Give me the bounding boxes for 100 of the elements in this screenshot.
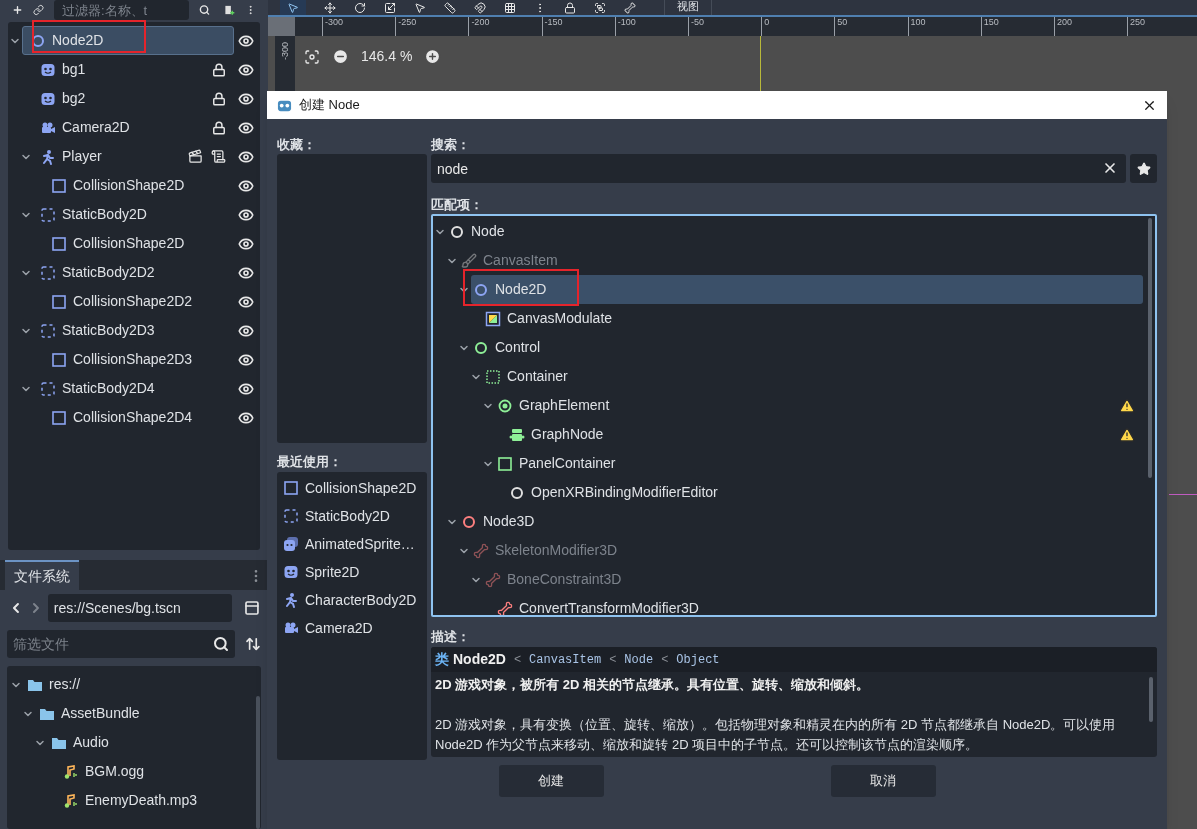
dotted-square-icon <box>485 368 501 385</box>
tree-item[interactable]: bg1 <box>33 55 234 84</box>
search-icon[interactable] <box>213 636 230 652</box>
ruler-label: -300 <box>280 42 290 60</box>
dotted-square-icon <box>40 380 56 397</box>
tree-item[interactable]: StaticBody2D2 <box>33 258 234 287</box>
lock-icon[interactable] <box>212 91 226 106</box>
node-name: PanelContainer <box>519 454 616 473</box>
clear-icon[interactable] <box>1102 160 1118 176</box>
filter-field[interactable]: 过滤器:名称、t <box>54 0 189 20</box>
node-name: StaticBody2D <box>305 506 390 526</box>
link-icon[interactable] <box>33 2 44 18</box>
tree-item[interactable]: Camera2D <box>33 113 234 142</box>
dotted-square-icon <box>40 264 56 281</box>
parent-class-link[interactable]: CanvasItem <box>529 650 602 669</box>
tree-item[interactable]: AssetBundle <box>35 699 261 728</box>
scrollbar-thumb[interactable] <box>1148 218 1152 478</box>
ring-icon <box>473 339 489 356</box>
node-name: AssetBundle <box>61 704 140 723</box>
sort-icon[interactable] <box>245 636 261 652</box>
panel-icon[interactable] <box>244 600 260 616</box>
bone-icon <box>497 600 513 615</box>
select-tool-button[interactable] <box>280 0 306 15</box>
node-name: bg1 <box>62 60 86 79</box>
dialog-title: 创建 Node <box>299 96 360 115</box>
ring-icon <box>509 484 525 501</box>
recent-item[interactable]: Camera2D <box>281 614 423 642</box>
ring-icon <box>473 281 489 298</box>
bone-icon[interactable] <box>624 1 636 14</box>
filesystem-tab[interactable]: 文件系统 <box>5 560 79 590</box>
square-outline-icon <box>51 409 67 426</box>
brush-icon <box>461 252 477 269</box>
file-filter-field[interactable]: 筛选文件 <box>7 630 236 658</box>
search-icon[interactable] <box>199 2 210 18</box>
bone-icon <box>485 571 501 588</box>
tree-item[interactable]: Node3D <box>459 507 1143 536</box>
tree-item[interactable]: StaticBody2D3 <box>33 316 234 345</box>
recent-item[interactable]: CharacterBody2D <box>281 586 423 614</box>
tree-item[interactable]: CollisionShape2D <box>44 171 234 200</box>
node-name: CollisionShape2D4 <box>73 408 193 427</box>
node-name: Node <box>471 222 505 241</box>
rotate-icon[interactable] <box>354 1 366 14</box>
recent-item[interactable]: AnimatedSprite… <box>281 530 423 558</box>
grid-icon[interactable] <box>504 1 516 14</box>
dialog-button[interactable]: 取消 <box>830 765 936 797</box>
bone-icon <box>473 542 489 559</box>
running-figure-icon <box>283 592 299 608</box>
stacked-face-icon <box>283 536 299 552</box>
lock-icon[interactable] <box>212 62 226 77</box>
inheritance-separator: < <box>513 651 522 669</box>
tree-item[interactable]: CollisionShape2D3 <box>44 345 234 374</box>
recent-item[interactable]: StaticBody2D <box>281 502 423 530</box>
script-icon[interactable] <box>211 149 226 164</box>
search-field[interactable]: node <box>431 154 1126 183</box>
tree-item[interactable]: StaticBody2D <box>33 200 234 229</box>
dialog-button[interactable]: 创建 <box>498 765 604 797</box>
node-name: CanvasItem <box>483 251 558 270</box>
lock-icon[interactable] <box>564 1 576 14</box>
node-name: Container <box>507 367 568 386</box>
clapperboard-icon[interactable] <box>188 149 203 164</box>
move-icon[interactable] <box>324 1 336 14</box>
tree-item[interactable]: Node <box>447 217 1143 246</box>
node-name: StaticBody2D <box>62 205 147 224</box>
node-name: StaticBody2D3 <box>62 321 155 340</box>
tree-item[interactable]: CollisionShape2D4 <box>44 403 234 432</box>
square-outline-icon <box>51 351 67 368</box>
tree-item[interactable]: Audio <box>47 728 261 757</box>
zoom-in-icon[interactable] <box>424 48 442 65</box>
parent-class-link[interactable]: Node <box>624 650 654 669</box>
tree-item[interactable]: CollisionShape2D2 <box>44 287 234 316</box>
scrollbar-thumb[interactable] <box>1149 677 1153 722</box>
tree-item[interactable]: Player <box>33 142 234 171</box>
x-axis-line <box>1169 494 1197 495</box>
tree-item[interactable]: res:// <box>23 670 261 699</box>
zoom-out-icon[interactable] <box>332 48 349 65</box>
tree-item[interactable]: Node2D <box>22 26 234 55</box>
group-icon[interactable] <box>594 1 606 14</box>
path-field[interactable]: res://Scenes/bg.tscn <box>47 594 233 622</box>
tree-item[interactable]: CollisionShape2D <box>44 229 234 258</box>
lock-icon[interactable] <box>212 120 226 135</box>
ruler-label: 50 <box>836 17 848 27</box>
parent-class-link[interactable]: Object <box>676 650 720 669</box>
tree-item[interactable]: StaticBody2D4 <box>33 374 234 403</box>
center-view-icon[interactable] <box>304 48 320 65</box>
tree-item[interactable]: bg2 <box>33 84 234 113</box>
zoom-level[interactable]: 146.4 % <box>361 46 413 67</box>
camera-icon <box>283 620 299 636</box>
scale-icon[interactable] <box>384 1 396 14</box>
ruler-icon[interactable] <box>444 1 456 14</box>
recent-item[interactable]: Sprite2D <box>281 558 423 586</box>
dotted-square-icon <box>283 508 299 524</box>
tree-item[interactable]: EnemyDeath.mp3 <box>59 786 261 815</box>
tree-item[interactable]: BGM.ogg <box>59 757 261 786</box>
pointer-icon[interactable] <box>414 1 426 14</box>
node-name: StaticBody2D4 <box>62 379 155 398</box>
search-label: 搜索： <box>431 136 471 154</box>
music-note-icon <box>63 763 79 780</box>
magnet-icon[interactable] <box>474 1 486 14</box>
favorite-button[interactable] <box>1130 154 1157 183</box>
recent-item[interactable]: CollisionShape2D <box>281 474 423 502</box>
